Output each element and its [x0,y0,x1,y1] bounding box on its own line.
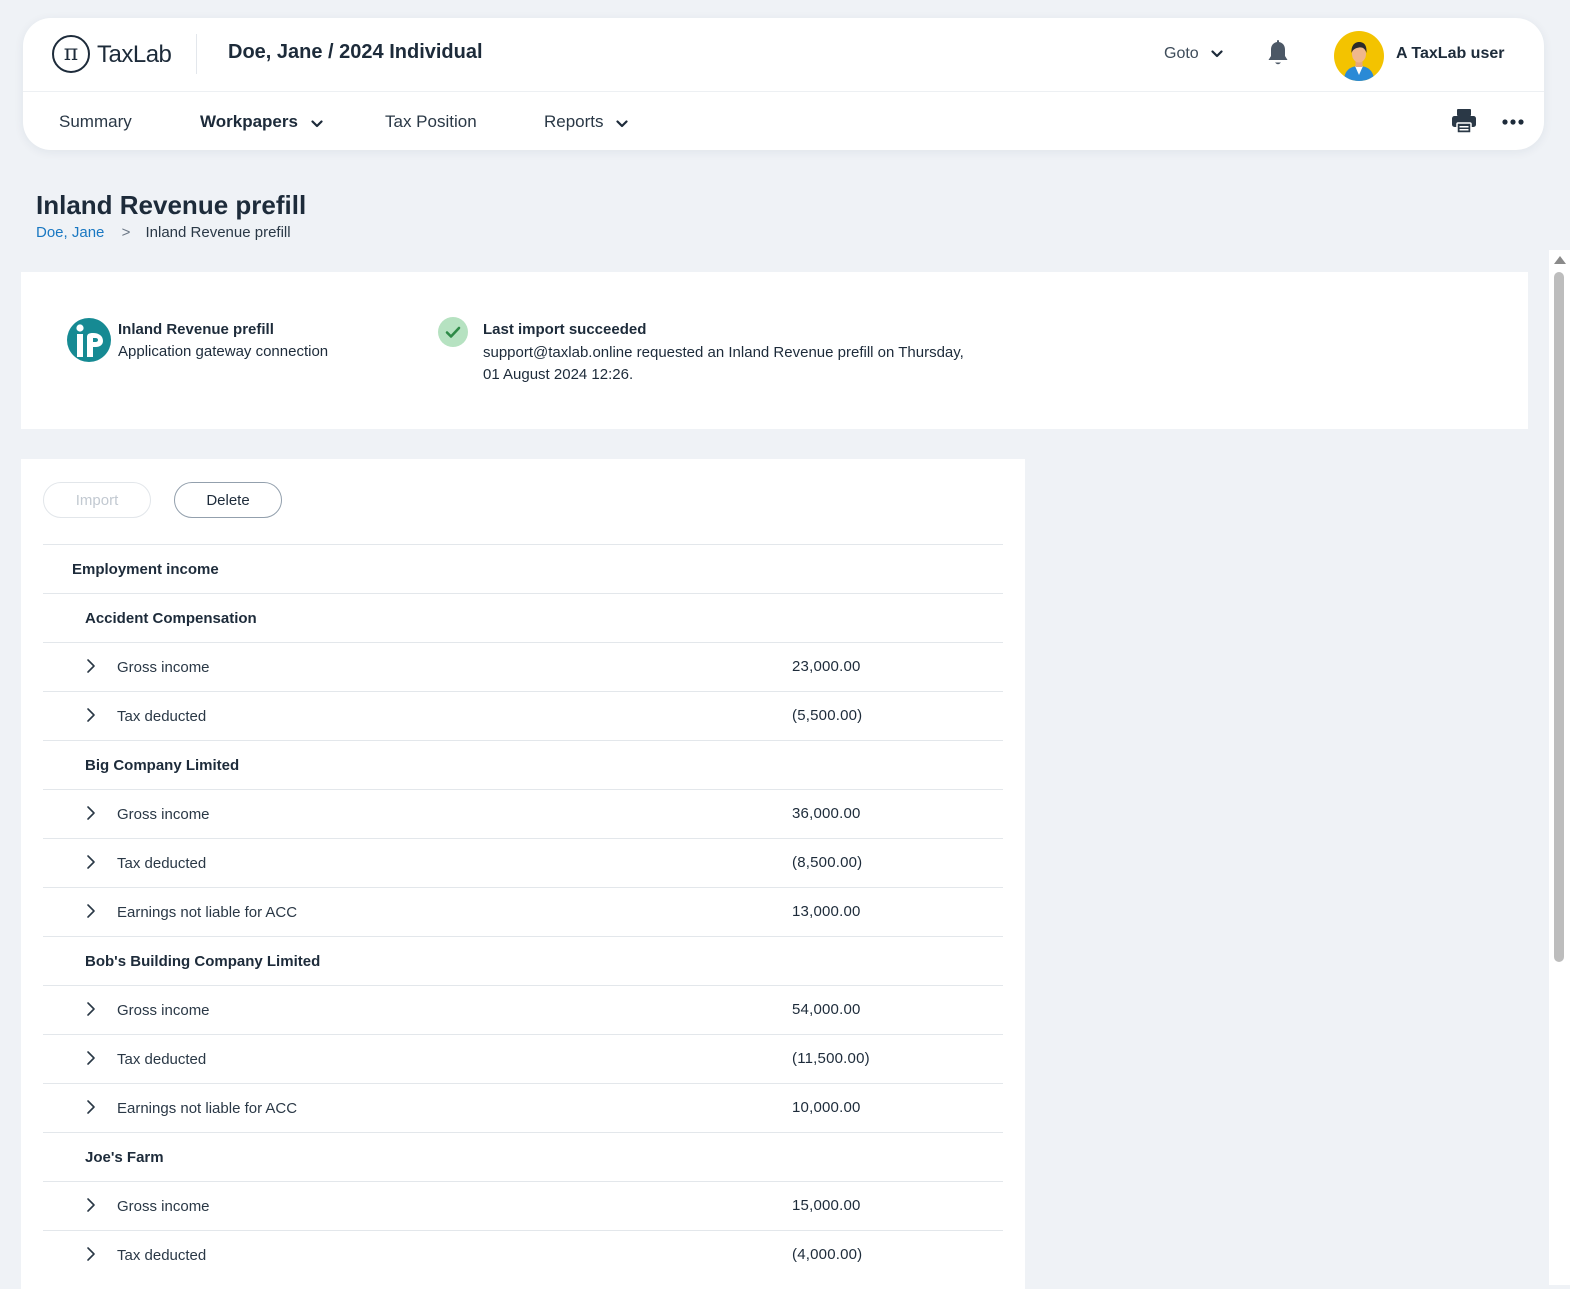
table-row[interactable]: Tax deducted (8,500.00) [43,838,1003,887]
chevron-right-icon[interactable] [85,707,97,723]
employer-group-row: Big Company Limited [43,740,1003,789]
taxlab-logo[interactable]: π TaxLab [52,35,202,75]
row-label: Tax deducted [117,1051,207,1068]
row-label: Earnings not liable for ACC [117,904,298,921]
chevron-right-icon[interactable] [85,1099,97,1115]
row-label: Tax deducted [117,708,207,725]
table-row[interactable]: Tax deducted (4,000.00) [43,1230,1003,1279]
connection-name: Inland Revenue prefill [118,321,274,338]
table-row[interactable]: Tax deducted (5,500.00) [43,691,1003,740]
bell-icon[interactable] [1266,40,1290,68]
employer-group-row: Bob's Building Company Limited [43,936,1003,985]
main-nav: Summary Workpapers Tax Position Reports [23,92,1544,150]
row-label: Earnings not liable for ACC [117,1100,298,1117]
breadcrumb-separator: > [121,224,131,241]
nav-reports[interactable]: Reports [544,112,628,133]
nav-reports-label: Reports [544,112,604,131]
chevron-right-icon[interactable] [85,1246,97,1262]
chevron-right-icon[interactable] [85,1050,97,1066]
nav-summary-label: Summary [59,112,132,131]
row-value: 13,000.00 [792,903,861,920]
section-label: Employment income [72,561,219,578]
table-row[interactable]: Tax deducted (11,500.00) [43,1034,1003,1083]
page-title: Inland Revenue prefill [36,190,307,220]
nav-tax-position[interactable]: Tax Position [385,112,477,132]
logo-text: TaxLab [97,41,172,68]
breadcrumb-current: Inland Revenue prefill [145,224,291,241]
avatar[interactable] [1334,31,1384,81]
chevron-right-icon[interactable] [85,805,97,821]
divider [196,34,197,74]
status-message-line1: support@taxlab.online requested an Inlan… [483,343,964,361]
scroll-thumb[interactable] [1554,272,1564,962]
nav-workpapers-label: Workpapers [200,112,298,131]
chevron-down-icon [311,113,323,133]
section-header-row: Employment income [43,544,1003,593]
row-label: Gross income [117,806,210,823]
status-message-line2: 01 August 2024 12:26. [483,366,634,383]
prefill-table: Employment income Accident Compensation Gr… [43,544,1003,1279]
chevron-right-icon[interactable] [85,854,97,870]
nav-tax-position-label: Tax Position [385,112,477,131]
table-row[interactable]: Gross income 36,000.00 [43,789,1003,838]
employer-name: Big Company Limited [85,757,240,774]
row-value: (8,500.00) [792,854,863,871]
delete-button[interactable]: Delete [174,482,282,518]
pi-icon: π [52,35,90,73]
row-label: Tax deducted [117,1247,207,1264]
scrollbar[interactable] [1549,250,1570,1285]
chevron-right-icon[interactable] [85,1197,97,1213]
row-value: 54,000.00 [792,1001,861,1018]
row-value: 10,000.00 [792,1099,861,1116]
chevron-down-icon [1211,45,1223,63]
row-value: (5,500.00) [792,707,863,724]
status-title: Last import succeeded [483,321,647,338]
app-header: π TaxLab Doe, Jane / 2024 Individual Got… [23,18,1544,150]
user-name[interactable]: A TaxLab user [1396,45,1504,63]
table-row[interactable]: Gross income 23,000.00 [43,642,1003,691]
chevron-down-icon [616,113,628,133]
row-value: 15,000.00 [792,1197,861,1214]
client-title: Doe, Jane / 2024 Individual [228,41,483,63]
connection-info: Inland Revenue prefill Application gatew… [118,319,328,363]
row-value: (4,000.00) [792,1246,863,1263]
inland-revenue-logo-icon [66,317,112,363]
table-row[interactable]: Earnings not liable for ACC 10,000.00 [43,1083,1003,1132]
nav-summary[interactable]: Summary [59,112,132,132]
goto-label: Goto [1164,45,1199,63]
table-row[interactable]: Gross income 15,000.00 [43,1181,1003,1230]
more-horizontal-icon[interactable] [1501,110,1525,134]
row-value: 36,000.00 [792,805,861,822]
table-row[interactable]: Earnings not liable for ACC 13,000.00 [43,887,1003,936]
prefill-data-card: Import Delete Employment income Accident … [21,459,1025,1289]
row-label: Gross income [117,1198,210,1215]
employer-group-row: Joe's Farm [43,1132,1003,1181]
employer-name: Bob's Building Company Limited [85,953,321,970]
top-bar: π TaxLab Doe, Jane / 2024 Individual Got… [23,18,1544,92]
table-row[interactable]: Gross income 54,000.00 [43,985,1003,1034]
chevron-right-icon[interactable] [85,903,97,919]
breadcrumb-client-link[interactable]: Doe, Jane [36,224,104,241]
row-label: Gross income [117,1002,210,1019]
chevron-right-icon[interactable] [85,658,97,674]
breadcrumb: Doe, Jane > Inland Revenue prefill [36,224,291,241]
prefill-info-card: Inland Revenue prefill Application gatew… [21,272,1528,429]
import-status: Last import succeeded support@taxlab.onl… [483,319,1023,387]
chevron-right-icon[interactable] [85,1001,97,1017]
printer-icon[interactable] [1451,108,1477,134]
employer-group-row: Accident Compensation [43,593,1003,642]
row-value: 23,000.00 [792,658,861,675]
nav-workpapers[interactable]: Workpapers [200,112,323,133]
row-label: Tax deducted [117,855,207,872]
check-icon [438,317,468,347]
row-value: (11,500.00) [792,1050,870,1067]
goto-dropdown[interactable]: Goto [1164,45,1223,63]
employer-name: Joe's Farm [85,1149,164,1166]
row-label: Gross income [117,659,210,676]
scroll-up-arrow-icon[interactable] [1554,256,1566,264]
connection-type: Application gateway connection [118,343,329,360]
employer-name: Accident Compensation [85,610,257,627]
import-button[interactable]: Import [43,482,151,518]
